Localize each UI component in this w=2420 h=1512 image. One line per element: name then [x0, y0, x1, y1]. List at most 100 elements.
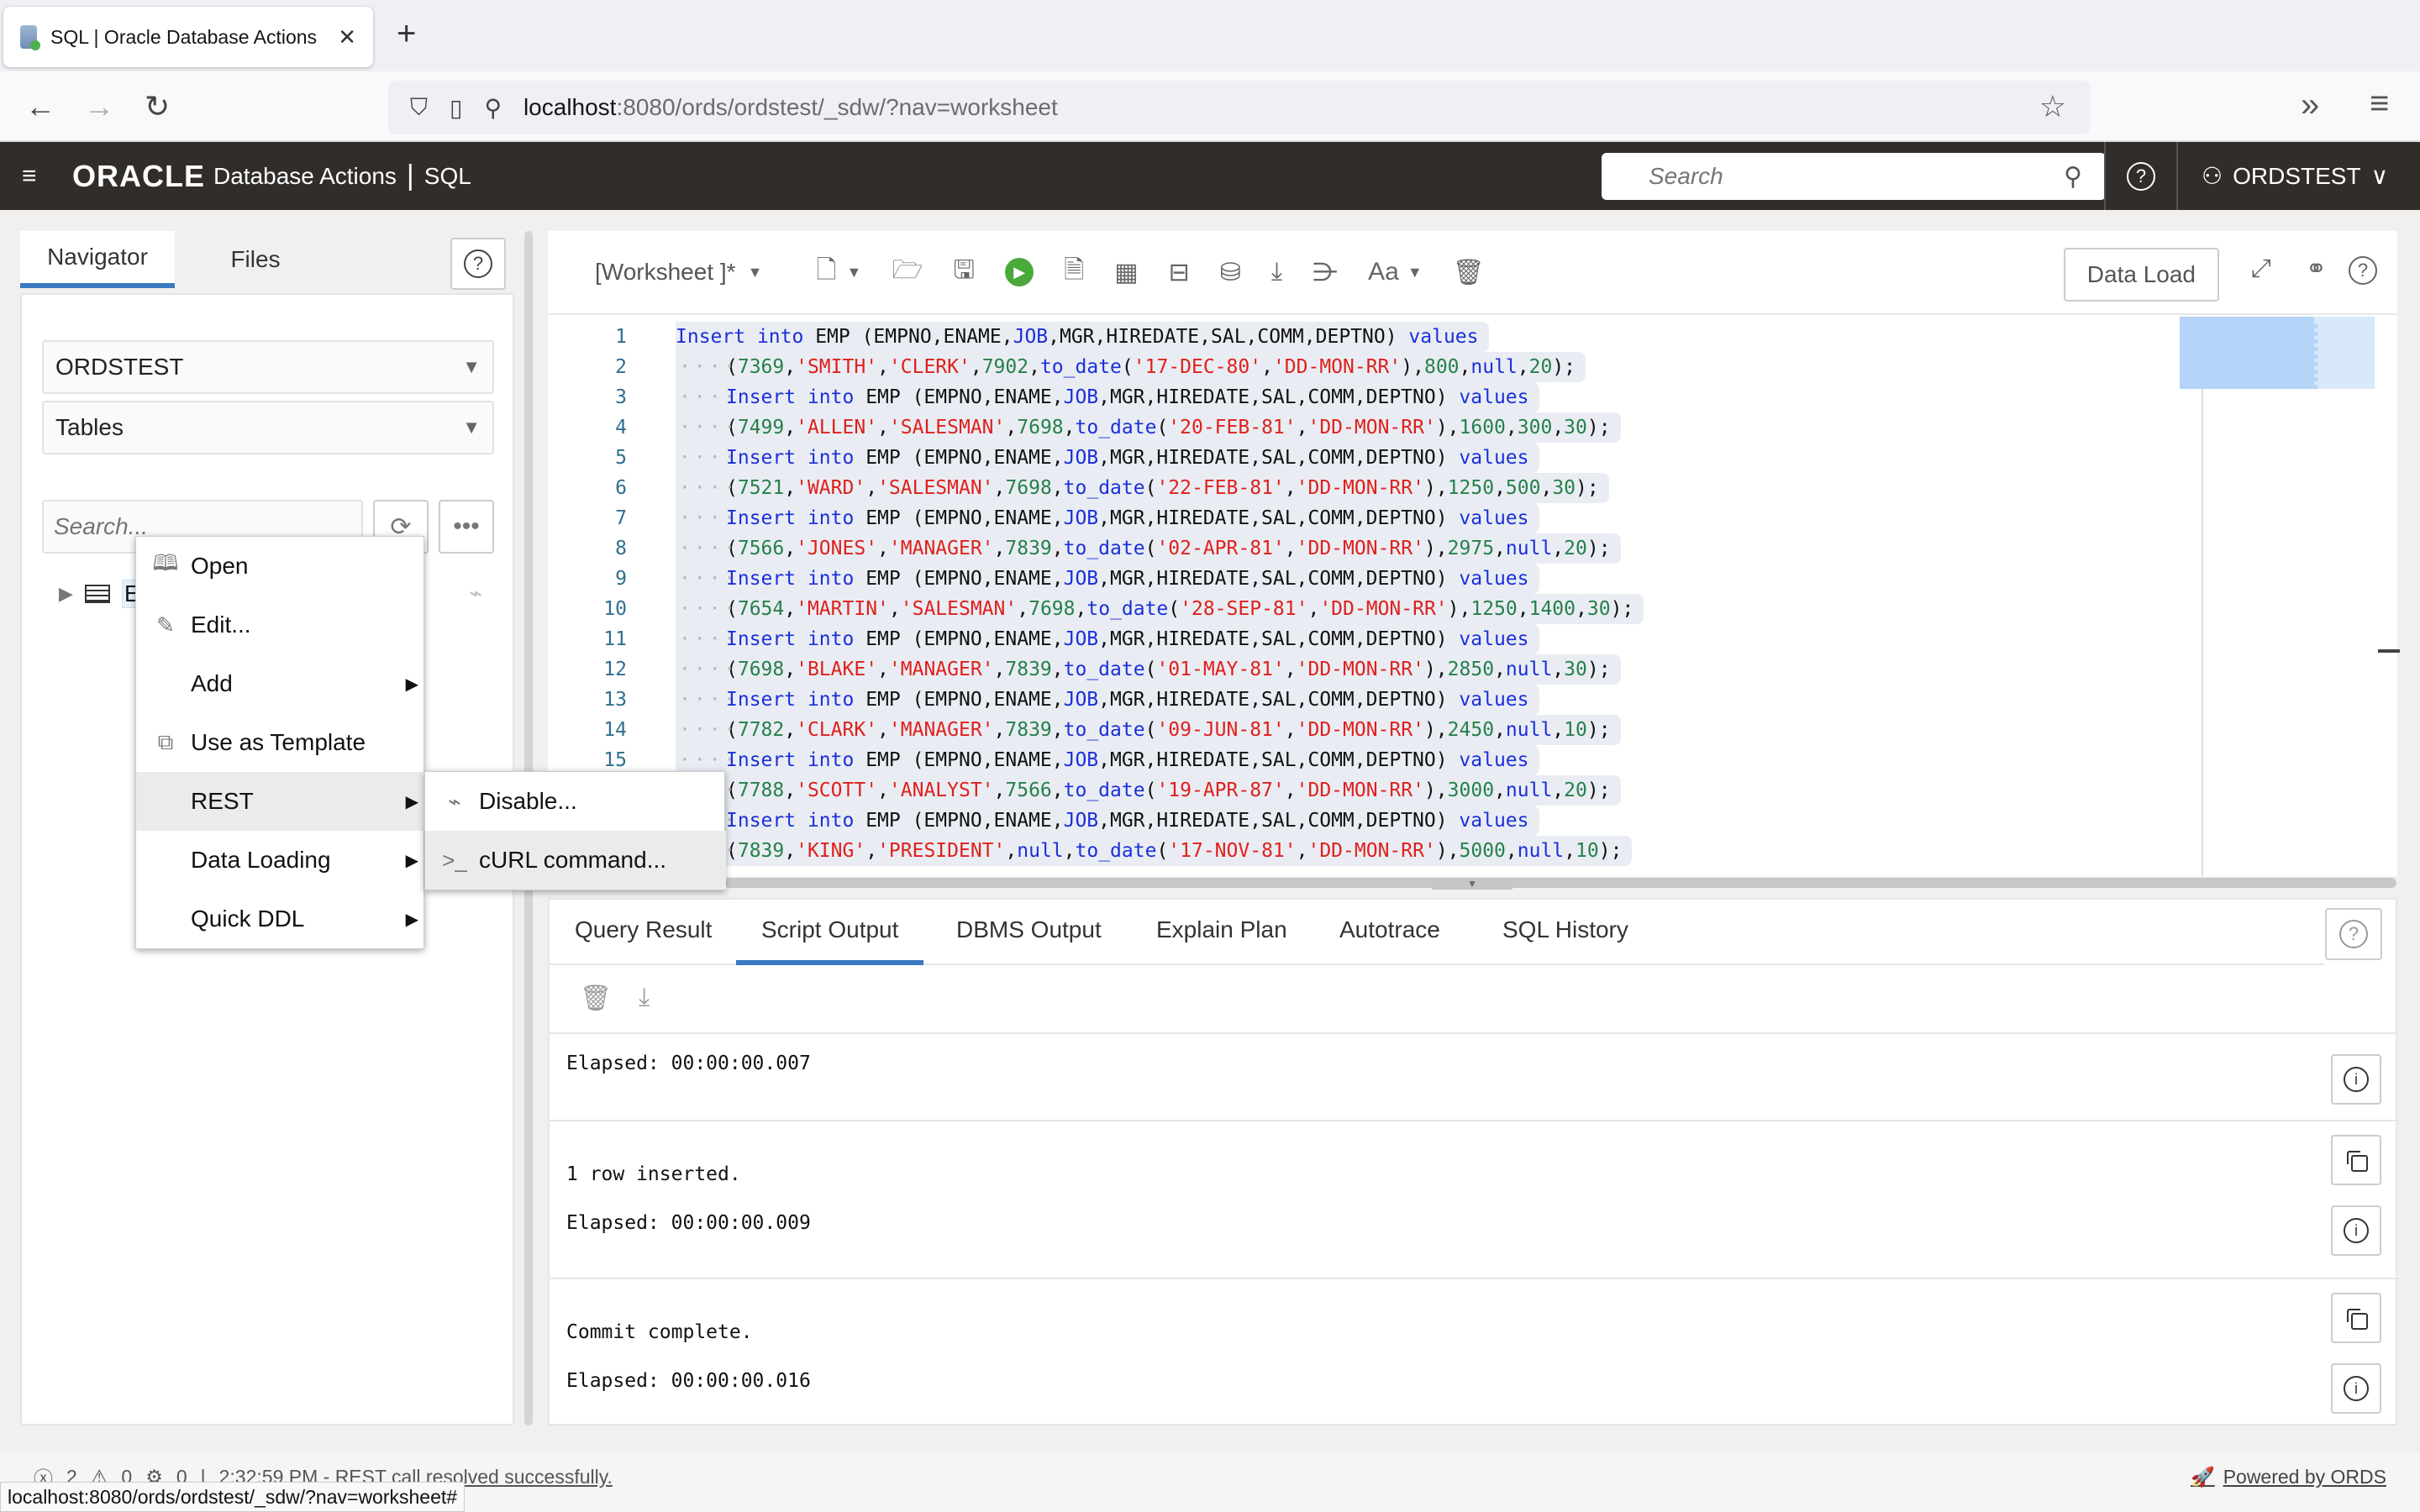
expand-icon[interactable]: ⤢ [2251, 255, 2271, 283]
tab-dbms-output[interactable]: DBMS Output [956, 916, 1102, 965]
code-line[interactable]: (7499,'ALLEN','SALESMAN',7698,to_date('2… [676, 412, 1621, 443]
bookmark-star-icon[interactable]: ☆ [2039, 89, 2066, 124]
menu-item-quick-ddl[interactable]: Quick DDL ▶ [136, 890, 425, 948]
hamburger-menu-icon[interactable]: ≡ [22, 162, 47, 191]
copy-button[interactable] [2331, 1135, 2381, 1185]
code-line[interactable]: Insert into EMP (EMPNO,ENAME,JOB,MGR,HIR… [676, 382, 1539, 412]
code-line[interactable]: (7654,'MARTIN','SALESMAN',7698,to_date('… [676, 594, 1644, 624]
code-token: ( [1144, 780, 1157, 801]
line-number: 12 [603, 659, 627, 680]
save-icon[interactable]: 🖫 [954, 251, 976, 294]
minimap[interactable] [2180, 317, 2375, 389]
code-line[interactable]: Insert into EMP (EMPNO,ENAME,JOB,MGR,HIR… [676, 745, 1539, 775]
clear-trash-icon[interactable]: 🗑 [1453, 258, 1485, 287]
clear-output-trash-icon[interactable]: 🗑 [580, 984, 612, 1013]
chevron-down-icon: ∨ [2370, 163, 2389, 189]
permissions-icon[interactable]: ⚲ [484, 94, 502, 122]
autotrace-icon[interactable]: ⛁ [1220, 258, 1241, 287]
submenu-item-disable[interactable]: ⌁ Disable... [425, 772, 726, 831]
code-line[interactable]: (7521,'WARD','SALESMAN',7698,to_date('22… [676, 473, 1609, 503]
more-tools-icon[interactable]: » [2301, 87, 2319, 124]
run-script-icon[interactable]: 🗎 [1064, 251, 1084, 294]
code-line[interactable]: (7369,'SMITH','CLERK',7902,to_date('17-D… [676, 352, 1586, 382]
header-search-input[interactable] [1649, 163, 2065, 190]
expand-triangle-icon[interactable]: ▶ [59, 583, 73, 605]
minimap-viewport[interactable] [2180, 317, 2314, 389]
code-line[interactable]: Insert into EMP (EMPNO,ENAME,JOB,MGR,HIR… [676, 624, 1539, 654]
header-help-button[interactable]: ? [2104, 142, 2178, 210]
browser-tab[interactable]: SQL | Oracle Database Actions ✕ [3, 7, 373, 67]
binoculars-find-icon[interactable]: ⚭ [2306, 255, 2327, 284]
tab-explain-plan[interactable]: Explain Plan [1156, 916, 1287, 965]
download-output-icon[interactable]: ⤓ [639, 984, 650, 1012]
code-token: ( [1156, 417, 1169, 438]
menu-item-use-as-template[interactable]: ⧉ Use as Template [136, 713, 425, 772]
code-line[interactable]: (7566,'JONES','MANAGER',7839,to_date('02… [676, 533, 1621, 564]
tab-script-output[interactable]: Script Output [736, 916, 924, 965]
search-icon[interactable]: ⚲ [2064, 162, 2082, 192]
menu-item-rest[interactable]: REST ▶ [136, 772, 425, 831]
run-statement-icon[interactable]: ▶ [1005, 258, 1034, 286]
powered-by-ords-link[interactable]: 🚀 Powered by ORDS [2191, 1466, 2386, 1488]
code-token-kw: values [1459, 749, 1529, 771]
object-type-select[interactable]: Tables ▼ [42, 401, 494, 454]
reload-icon[interactable]: ↻ [145, 88, 170, 125]
menu-item-open[interactable]: 🕮 Open [136, 537, 425, 596]
code-line[interactable]: Insert into EMP (EMPNO,ENAME,JOB,MGR,HIR… [676, 443, 1539, 473]
new-tab-button[interactable]: + [397, 17, 416, 50]
data-load-button[interactable]: Data Load [2063, 248, 2219, 302]
tab-query-result[interactable]: Query Result [575, 916, 712, 965]
tab-sql-history[interactable]: SQL History [1502, 916, 1628, 965]
info-button[interactable]: i [2331, 1363, 2381, 1414]
menu-item-add[interactable]: Add ▶ [136, 654, 425, 713]
browser-menu-icon[interactable]: ≡ [2370, 85, 2389, 123]
address-bar[interactable]: ⛉ ▯ ⚲ localhost:8080/ords/ordstest/_sdw/… [388, 81, 2090, 134]
code-line[interactable]: (7788,'SCOTT','ANALYST',7566,to_date('19… [676, 775, 1621, 806]
worksheet-selector[interactable]: [Worksheet ]* ▼ [595, 259, 762, 286]
editor-help-icon[interactable]: ? [2349, 255, 2377, 285]
code-line[interactable]: Insert into EMP (EMPNO,ENAME,JOB,MGR,HIR… [676, 322, 1489, 352]
tab-autotrace[interactable]: Autotrace [1339, 916, 1440, 965]
code-editor[interactable]: Insert into EMP (EMPNO,ENAME,JOB,MGR,HIR… [676, 317, 2196, 876]
format-icon[interactable]: ⋺ [1313, 258, 1338, 287]
code-line[interactable]: Insert into EMP (EMPNO,ENAME,JOB,MGR,HIR… [676, 503, 1539, 533]
submenu-item-curl-command[interactable]: >_ cURL command... [425, 831, 726, 890]
forward-icon[interactable]: → [84, 88, 114, 125]
info-button[interactable]: i [2331, 1054, 2381, 1105]
code-token-kw: values [1459, 447, 1529, 469]
user-menu[interactable]: ⚇ ORDSTEST ∨ [2202, 142, 2388, 210]
code-line[interactable]: Insert into EMP (EMPNO,ENAME,JOB,MGR,HIR… [676, 685, 1539, 715]
shield-icon[interactable]: ⛉ [410, 94, 428, 122]
output-help-button[interactable]: ? [2325, 908, 2382, 960]
code-token: , [993, 659, 1006, 680]
explain-run-icon[interactable]: ▦ [1114, 258, 1138, 287]
code-line[interactable]: Insert into EMP (EMPNO,ENAME,JOB,MGR,HIR… [676, 564, 1539, 594]
code-line[interactable]: (7698,'BLAKE','MANAGER',7839,to_date('01… [676, 654, 1621, 685]
info-button[interactable]: i [2331, 1205, 2381, 1256]
navigator-help-button[interactable]: ? [450, 238, 506, 290]
open-folder-icon[interactable]: 🗁 [892, 251, 923, 294]
code-line[interactable]: (7782,'CLARK','MANAGER',7839,to_date('09… [676, 715, 1621, 745]
editor-output-splitter[interactable]: ▼ [1432, 878, 1512, 890]
font-case-icon[interactable]: Aa ▼ [1368, 258, 1423, 286]
back-icon[interactable]: ← [25, 88, 55, 125]
download-icon[interactable]: ⤓ [1271, 258, 1282, 286]
copy-button[interactable] [2331, 1293, 2381, 1343]
more-options-button[interactable]: ••• [439, 500, 494, 554]
scrollbar-thumb[interactable] [724, 878, 2396, 888]
code-token-kw: Insert [726, 689, 797, 711]
menu-item-label: Edit... [191, 612, 251, 638]
code-token: , [993, 780, 1006, 801]
menu-item-edit[interactable]: ✎ Edit... [136, 596, 425, 654]
code-line[interactable]: Insert into EMP (EMPNO,ENAME,JOB,MGR,HIR… [676, 806, 1539, 836]
menu-item-data-loading[interactable]: Data Loading ▶ [136, 831, 425, 890]
explain-plan-icon[interactable]: ⊟ [1169, 258, 1190, 287]
tab-navigator[interactable]: Navigator [20, 231, 175, 288]
close-tab-icon[interactable]: ✕ [338, 24, 356, 50]
header-search[interactable]: ⚲ [1602, 153, 2106, 200]
code-token: , [784, 840, 797, 862]
schema-select[interactable]: ORDSTEST ▼ [42, 340, 494, 394]
code-line[interactable]: (7839,'KING','PRESIDENT',null,to_date('1… [676, 836, 1633, 866]
new-worksheet-icon[interactable]: 🗋 ▼ [816, 251, 861, 294]
tab-files[interactable]: Files [188, 231, 323, 288]
